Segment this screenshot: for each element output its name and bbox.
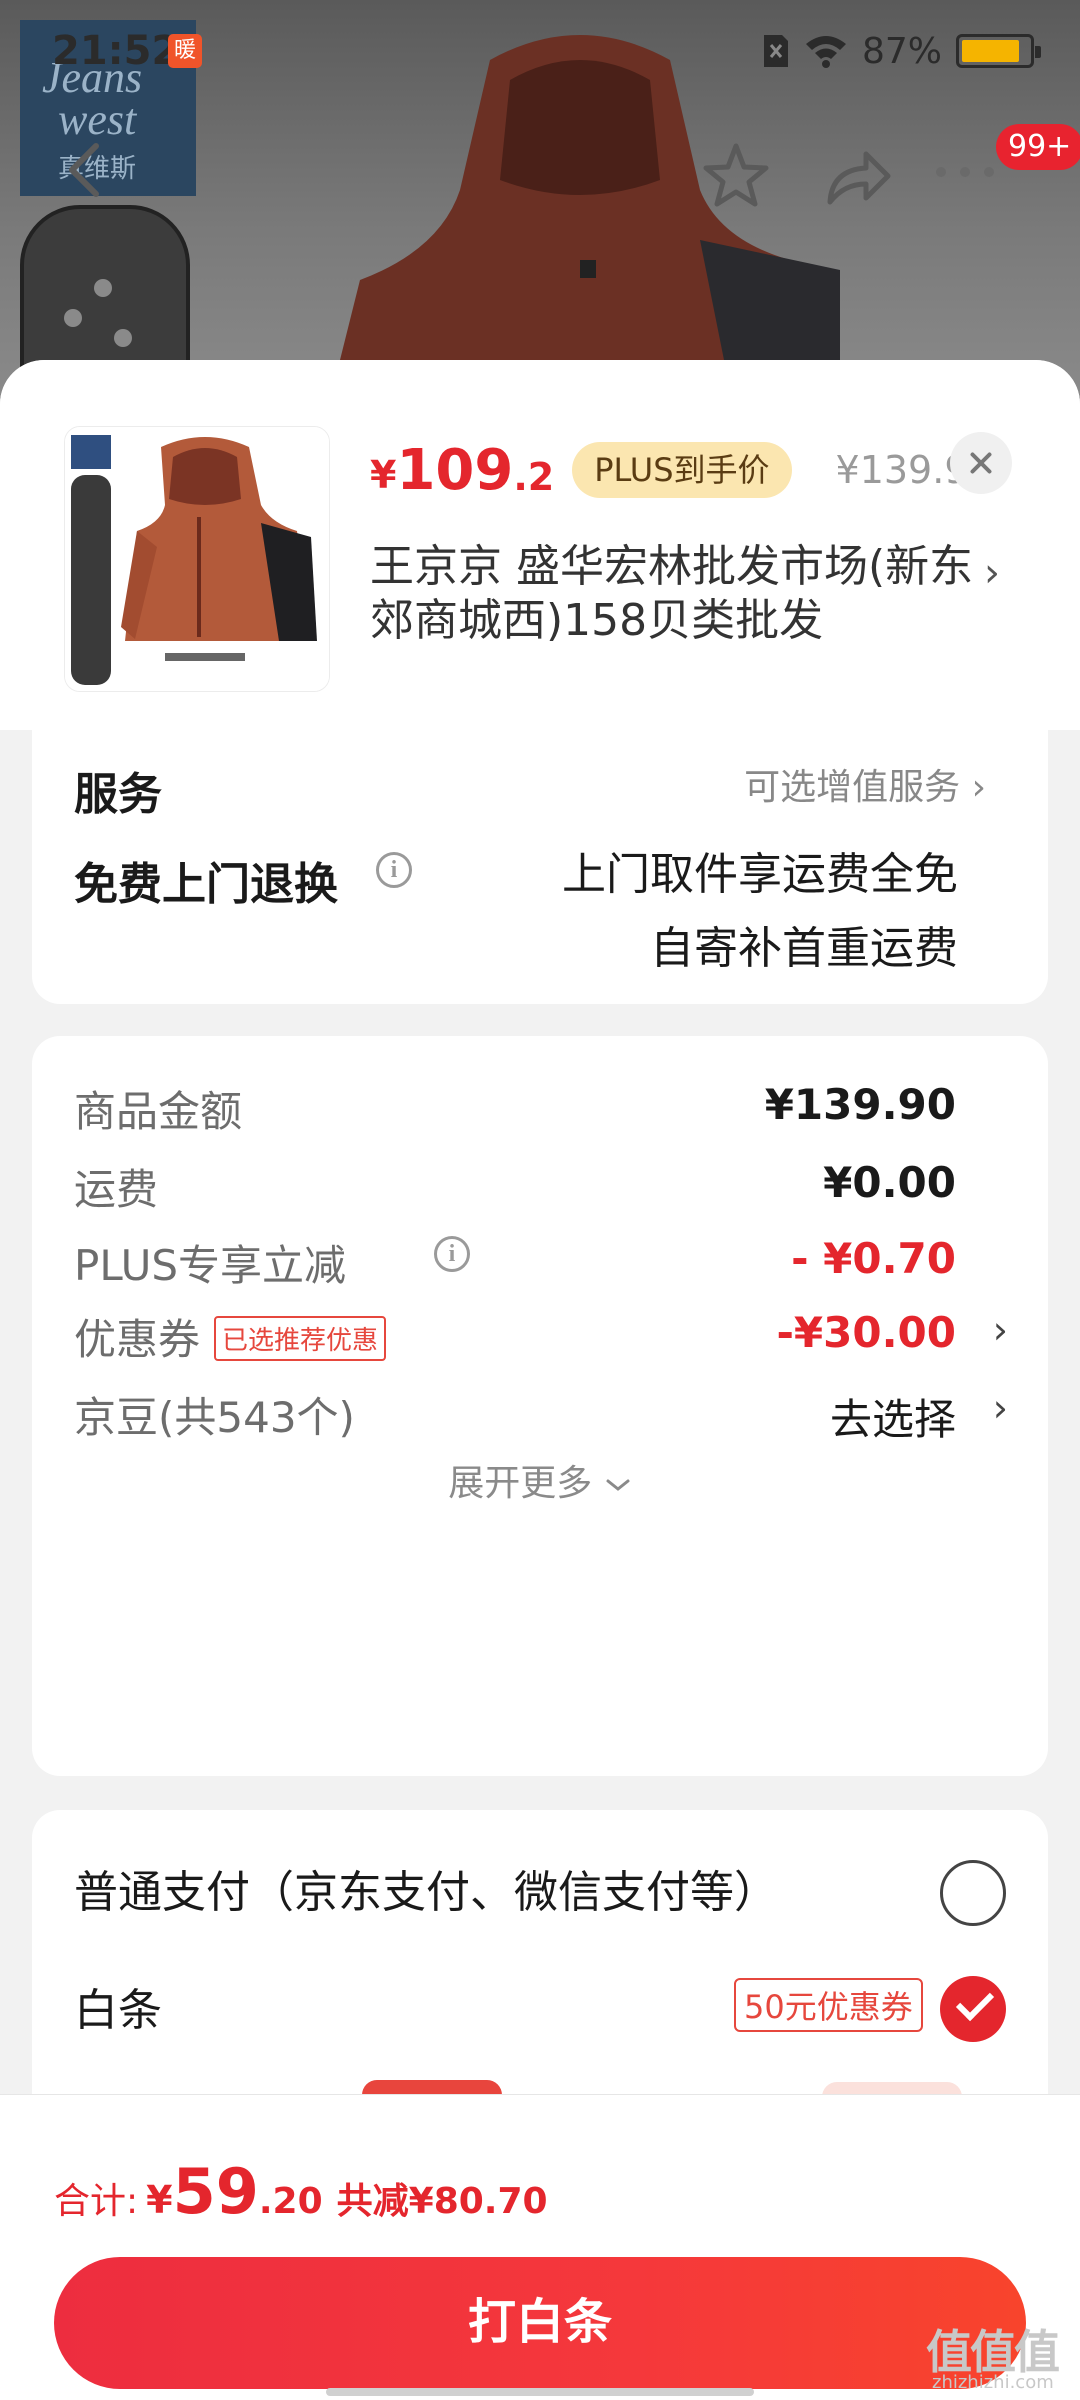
wifi-icon xyxy=(805,36,846,68)
free-return-selfship-text: 自寄补首重运费 xyxy=(650,923,958,974)
status-icons: 87% xyxy=(762,28,1041,74)
baitiao-label[interactable]: 白条 xyxy=(74,1974,162,2038)
total-label: 合计: xyxy=(54,2181,139,2222)
final-price-decimal: .2 xyxy=(513,455,555,499)
total-decimal: .20 xyxy=(258,2181,323,2222)
coupon-value[interactable]: -¥30.00 xyxy=(776,1308,956,1357)
checkout-footer: 合计: ¥ 59 .20 共减¥80.70 打白条 xyxy=(0,2094,1080,2400)
battery-icon xyxy=(956,34,1041,68)
normal-payment-radio[interactable] xyxy=(940,1860,1006,1926)
service-section-label: 服务 xyxy=(74,769,162,820)
more-options-icon[interactable] xyxy=(936,160,1006,184)
watermark-url: zhizhizhi.com xyxy=(932,2372,1054,2393)
message-count-badge: 99+ xyxy=(996,124,1080,170)
jacket-thumbnail-image xyxy=(65,427,329,691)
shipping-fee-value: ¥0.00 xyxy=(823,1158,956,1207)
shipping-fee-label: 运费 xyxy=(74,1165,159,1214)
sim-icon xyxy=(763,35,788,67)
info-icon[interactable]: i xyxy=(434,1236,470,1272)
free-return-pickup-text: 上门取件享运费全免 xyxy=(562,849,958,900)
final-price-integer: 109 xyxy=(396,437,514,503)
pay-with-baitiao-button[interactable]: 打白条 xyxy=(54,2257,1026,2389)
status-time: 21:52 xyxy=(52,28,180,74)
chevron-down-icon xyxy=(606,1479,630,1491)
jingdou-label: 京豆(共543个) xyxy=(74,1393,355,1442)
status-notification-badge: 暖 xyxy=(168,34,202,68)
plus-discount-value: - ¥0.70 xyxy=(791,1234,956,1283)
chevron-right-icon[interactable]: › xyxy=(993,1386,1008,1430)
battery-level xyxy=(962,40,1020,62)
total-saved: 共减¥80.70 xyxy=(336,2181,548,2222)
value-added-service-link[interactable]: 可选增值服务 › xyxy=(744,758,986,810)
expand-more-label: 展开更多 xyxy=(448,1463,593,1504)
coupon-row[interactable]: 优惠券 已选推荐优惠 xyxy=(74,1306,387,1367)
price-line: ¥ 109 .2 PLUS到手价 ¥139.9 xyxy=(370,430,969,510)
delivery-address[interactable]: 王京京 盛华宏林批发市场(新东郊商城西)158贝类批发 xyxy=(370,540,980,648)
original-price: ¥139.9 xyxy=(835,448,969,492)
plus-price-badge: PLUS到手价 xyxy=(572,442,792,498)
info-icon[interactable]: i xyxy=(376,852,412,888)
home-indicator[interactable] xyxy=(326,2388,754,2396)
plus-discount-label: PLUS专享立减 xyxy=(74,1241,347,1290)
jingdou-select-link[interactable]: 去选择 xyxy=(830,1386,956,1447)
goods-amount-value: ¥139.90 xyxy=(764,1080,956,1129)
battery-percent: 87% xyxy=(861,30,942,72)
back-arrow-icon[interactable] xyxy=(56,140,116,200)
order-total: 合计: ¥ 59 .20 共减¥80.70 xyxy=(54,2155,548,2235)
normal-payment-label[interactable]: 普通支付（京东支付、微信支付等） xyxy=(74,1856,778,1920)
price-currency: ¥ xyxy=(370,453,397,497)
product-summary-header: ¥ 109 .2 PLUS到手价 ¥139.9 王京京 盛华宏林批发市场(新东郊… xyxy=(0,360,1080,730)
coupon-recommended-tag: 已选推荐优惠 xyxy=(214,1316,387,1361)
free-return-label: 免费上门退换 xyxy=(74,859,338,910)
baitiao-coupon-tag: 50元优惠券 xyxy=(734,1978,923,2032)
close-button[interactable] xyxy=(950,432,1012,494)
share-icon[interactable] xyxy=(822,142,894,210)
goods-amount-label: 商品金额 xyxy=(74,1087,243,1136)
coupon-label: 优惠券 xyxy=(74,1315,201,1364)
price-breakdown-card: 商品金额 ¥139.90 运费 ¥0.00 PLUS专享立减 i - ¥0.70… xyxy=(32,1036,1048,1776)
chevron-right-icon[interactable]: › xyxy=(993,1308,1008,1352)
total-integer: 59 xyxy=(172,2155,259,2228)
baitiao-radio-selected[interactable] xyxy=(940,1976,1006,2042)
expand-more-button[interactable]: 展开更多 xyxy=(32,1454,1048,1506)
product-thumbnail xyxy=(64,426,330,692)
favorite-star-icon[interactable] xyxy=(700,140,772,212)
total-currency: ¥ xyxy=(146,2178,173,2222)
chevron-right-icon[interactable]: › xyxy=(984,550,1000,596)
